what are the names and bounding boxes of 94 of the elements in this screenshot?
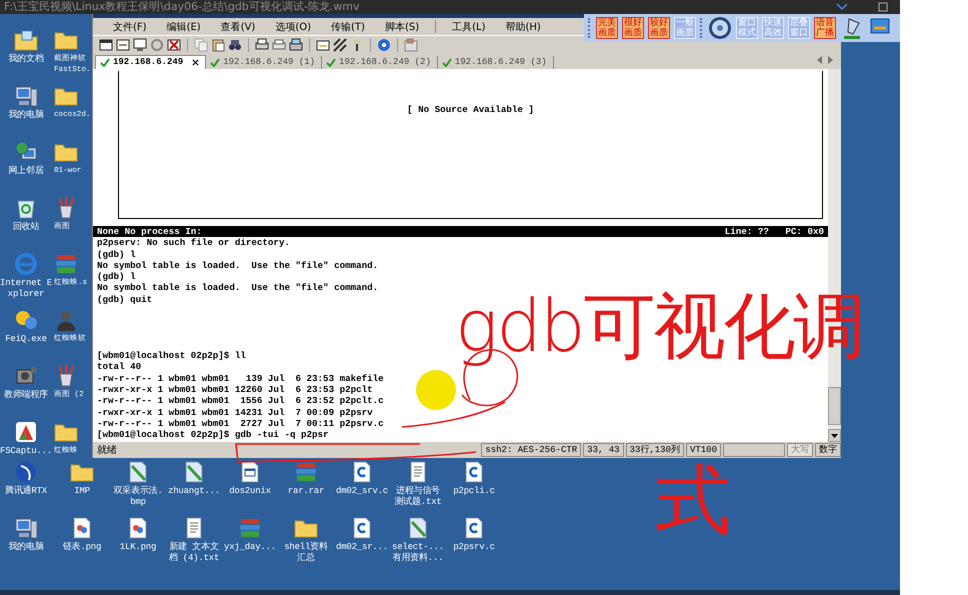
terminal-line: -rw-r--r-- 1 wbm01 wbm01 2727 Jul 7 00:11 p2psrv.c bbox=[97, 418, 384, 430]
down-arrow-icon[interactable] bbox=[831, 434, 838, 438]
source-message: [ No Source Available ] bbox=[407, 104, 534, 117]
printer-icon[interactable] bbox=[289, 38, 303, 52]
icon-label[interactable]: 1LK.png bbox=[120, 542, 156, 553]
icon-label[interactable]: 进程与信号测试题.txt bbox=[392, 486, 444, 508]
menu-item[interactable]: 文件(F) bbox=[103, 20, 157, 34]
video-title: F:\王宝民视频\Linux教程王保明\day06-总结\gdb可视化调试-陈龙.wmv bbox=[3, 0, 360, 14]
icon-label[interactable]: FeiQ.exe bbox=[5, 334, 47, 345]
status-text: 就绪 bbox=[97, 444, 117, 457]
terminal-line: total 40 bbox=[97, 361, 142, 373]
check-icon bbox=[100, 58, 110, 66]
terminal-line: -rwxr-xr-x 1 wbm01 wbm01 12260 Jul 6 23:53 p2pclt bbox=[97, 384, 373, 396]
left-arrow-icon[interactable] bbox=[817, 56, 822, 64]
menu-item[interactable]: 编辑(E) bbox=[156, 20, 211, 34]
scroll-down-button[interactable] bbox=[828, 429, 841, 442]
quality-button[interactable]: 语音广播 bbox=[814, 17, 836, 39]
check-icon bbox=[442, 58, 452, 66]
icon-label[interactable]: FSCaptu... bbox=[0, 446, 52, 457]
printer-icon[interactable] bbox=[255, 38, 269, 52]
terminal-line: -rwxr-xr-x 1 wbm01 wbm01 14231 Jul 7 00:09 p2psrv bbox=[97, 406, 373, 418]
terminal-line: -rw-r--r-- 1 wbm01 wbm01 139 Jul 6 23:53 makefile bbox=[97, 372, 384, 384]
window-icon[interactable] bbox=[133, 38, 147, 52]
terminal-line: (gdb) l bbox=[97, 271, 136, 282]
icon-label[interactable]: 新建 文本文档 (4).txt bbox=[168, 542, 220, 564]
terminal-line: -rw-r--r-- 1 wbm01 wbm01 1556 Jul 6 23:52 p2pclt.c bbox=[97, 395, 384, 407]
window-icon[interactable] bbox=[99, 38, 113, 52]
icon-label[interactable]: 我的电脑 bbox=[8, 542, 44, 553]
terminal-line: [wbm01@localhost 02p2p]$ ll bbox=[97, 350, 246, 362]
handwritten-note: 式 bbox=[655, 462, 731, 538]
icon-label[interactable]: Internet Explorer bbox=[0, 278, 52, 300]
status-panel: VT100 bbox=[686, 443, 721, 457]
binoculars-icon[interactable] bbox=[228, 38, 242, 52]
status-panel: 大写 bbox=[787, 443, 813, 457]
icon-label[interactable]: 链表.png bbox=[62, 542, 102, 553]
icon-label[interactable]: IMP bbox=[74, 486, 90, 497]
icon-label[interactable]: dm02_srv.c bbox=[336, 486, 388, 497]
status-panel: 33, 43 bbox=[583, 443, 624, 457]
window-icon[interactable] bbox=[116, 38, 130, 52]
menu-item[interactable]: 选项(O) bbox=[265, 20, 322, 34]
status-panel: ssh2: AES-256-CTR bbox=[481, 443, 582, 457]
terminal-line: (gdb) l bbox=[97, 248, 136, 260]
menu-item[interactable]: 工具(L) bbox=[442, 20, 496, 34]
menu-item[interactable]: 传输(T) bbox=[321, 20, 375, 34]
icon-label[interactable]: zhuangt... bbox=[168, 486, 220, 497]
icon-label[interactable]: dm02_sr... bbox=[336, 542, 388, 553]
scroll-thumb[interactable] bbox=[828, 387, 841, 425]
session-tab[interactable]: 192.168.6.249 bbox=[95, 55, 206, 69]
menu-item[interactable]: 脚本(S) bbox=[374, 20, 430, 34]
clipboard-icon[interactable] bbox=[211, 38, 225, 52]
disc-icon[interactable] bbox=[708, 16, 732, 40]
icon-label[interactable]: rar.rar bbox=[288, 486, 324, 497]
icon-label[interactable]: 我的文档 bbox=[8, 54, 44, 65]
terminal-line: [wbm01@localhost 02p2p]$ gdb -tui -q p2psr bbox=[97, 429, 329, 440]
icon-label[interactable]: shell资料汇总 bbox=[280, 542, 332, 564]
icon-label[interactable]: 网上邻居 bbox=[8, 166, 44, 177]
icon-label[interactable]: dos2unix bbox=[229, 486, 271, 497]
icon-label[interactable]: yxj_day... bbox=[224, 542, 276, 553]
circle-app-icon[interactable] bbox=[14, 460, 38, 484]
capture-app-icon[interactable] bbox=[14, 420, 38, 444]
icon-label[interactable]: 我的电脑 bbox=[8, 110, 44, 121]
quality-button[interactable]: 完美画质 bbox=[596, 17, 618, 39]
folder-icon[interactable] bbox=[14, 28, 38, 52]
icon-label[interactable]: 双采表示法.bmp bbox=[112, 486, 164, 508]
check-icon bbox=[210, 58, 220, 66]
icon-label[interactable]: 腾讯通RTX bbox=[4, 486, 47, 497]
icon-label[interactable]: 教师端程序 bbox=[4, 390, 48, 401]
quality-button[interactable]: 很好画质 bbox=[622, 17, 644, 39]
chevron-icon[interactable] bbox=[836, 3, 848, 11]
terminal-line: p2pserv: No such file or directory. bbox=[97, 237, 290, 249]
status-panel: 数字 bbox=[815, 443, 841, 457]
right-arrow-icon[interactable] bbox=[828, 56, 833, 64]
icon-label[interactable]: 回收站 bbox=[12, 222, 40, 233]
maximize-icon[interactable] bbox=[878, 2, 888, 12]
check-icon bbox=[326, 58, 336, 66]
grid-icon[interactable] bbox=[333, 38, 347, 52]
close-icon[interactable] bbox=[192, 58, 200, 66]
terminal-line: (gdb) quit bbox=[97, 294, 152, 306]
icon-label[interactable]: select-...有用资料... bbox=[392, 542, 444, 564]
computer-icon[interactable] bbox=[14, 516, 38, 540]
process-status: None No process In: bbox=[97, 226, 202, 238]
icon-label[interactable]: p2psrv.c bbox=[453, 542, 495, 553]
icon-label[interactable]: p2pcli.c bbox=[453, 486, 495, 497]
terminal-line: No symbol table is loaded. Use the "file" command. bbox=[97, 282, 378, 294]
printer-icon[interactable] bbox=[272, 38, 286, 52]
close-icon[interactable] bbox=[167, 38, 181, 52]
status-panel: 33行,130列 bbox=[626, 443, 684, 457]
menu-item[interactable]: 帮助(H) bbox=[495, 20, 551, 34]
menu-item[interactable]: 查看(V) bbox=[210, 20, 266, 34]
terminal-line: No symbol table is loaded. Use the "file" command. bbox=[97, 260, 378, 272]
quality-button[interactable]: 较好画质 bbox=[648, 17, 670, 39]
chat-bubbles-icon[interactable] bbox=[14, 308, 38, 332]
computer-icon[interactable] bbox=[14, 84, 38, 108]
line-pc-status: Line: ?? PC: 0x0 bbox=[724, 226, 824, 238]
